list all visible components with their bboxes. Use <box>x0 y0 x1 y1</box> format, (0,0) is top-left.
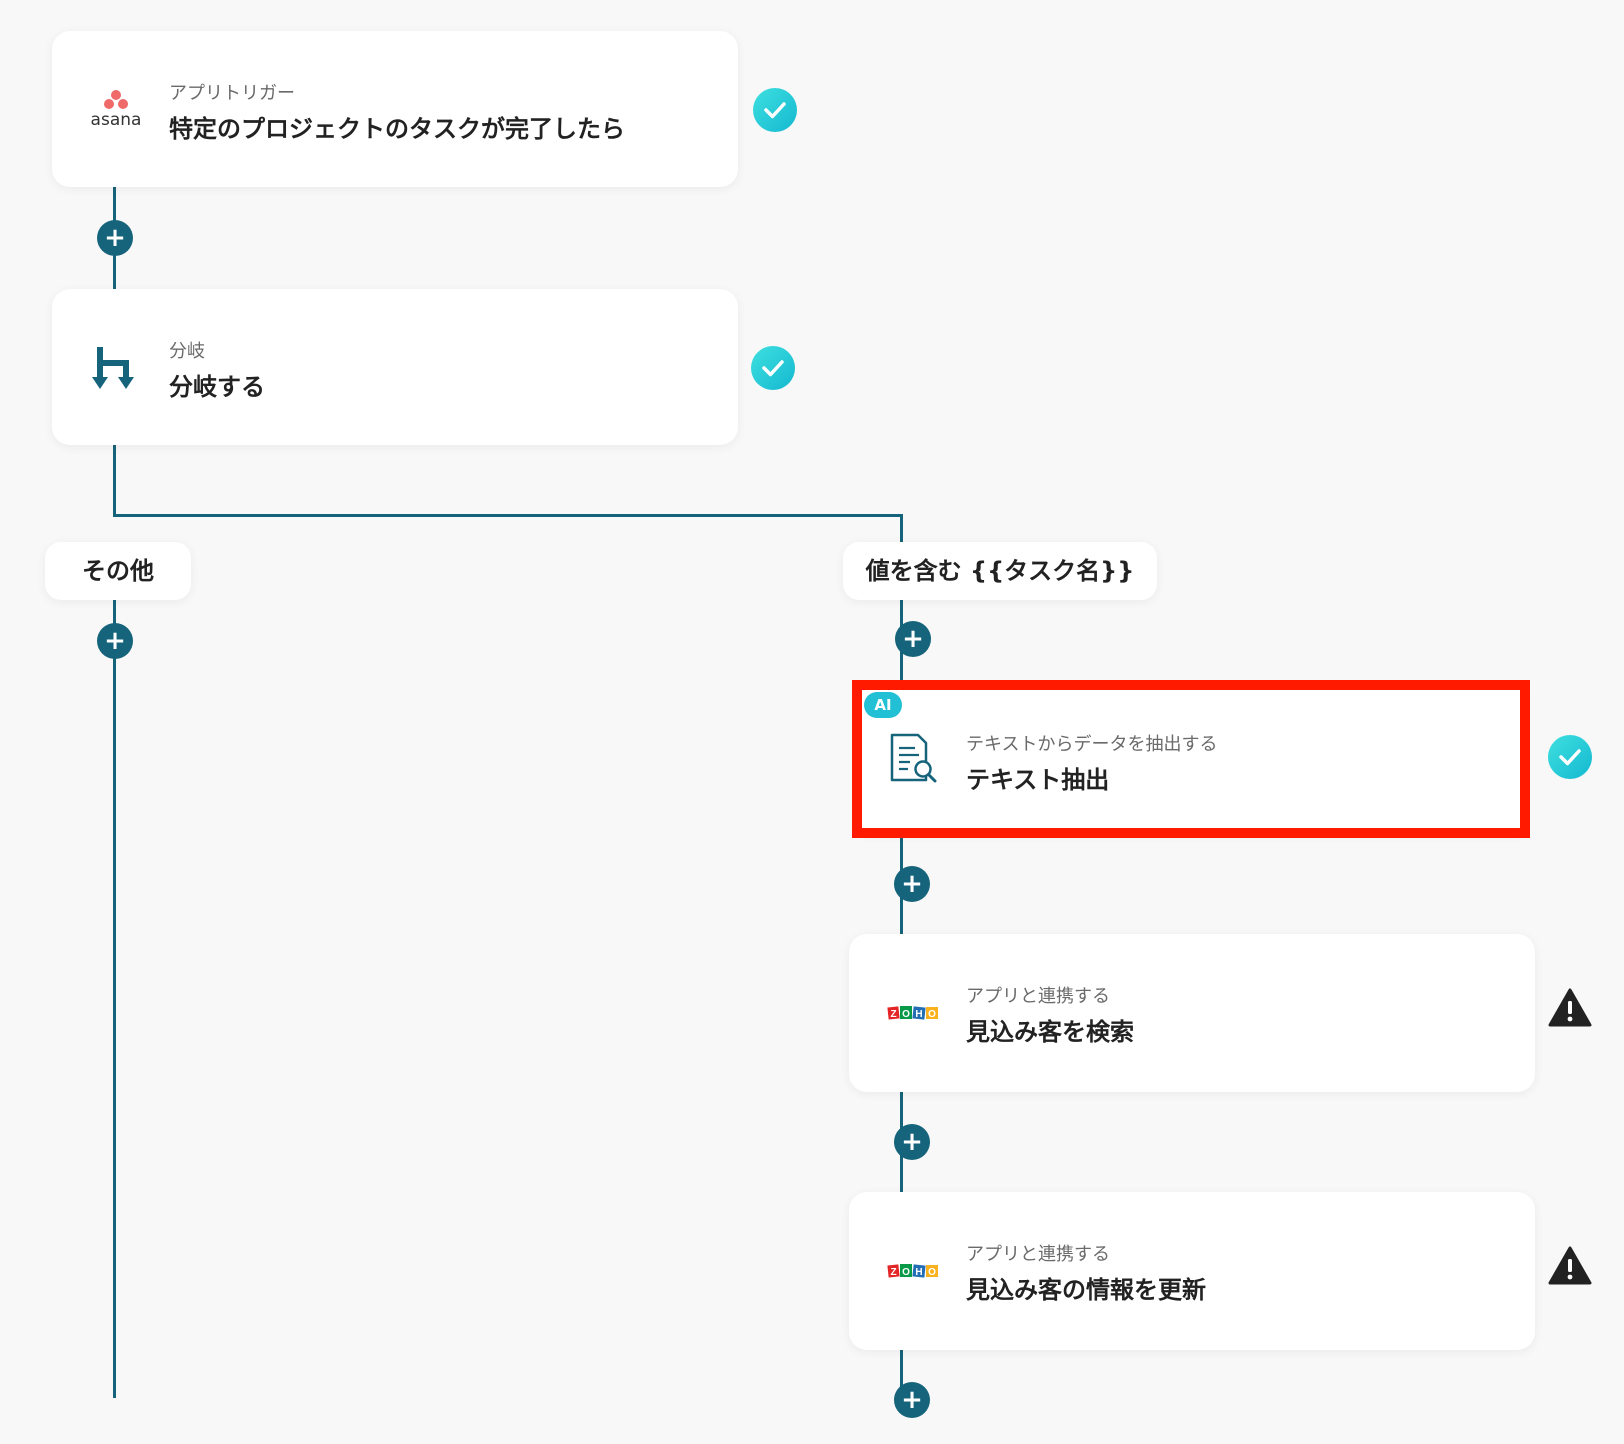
zoho-letter: O <box>902 1267 910 1278</box>
step-subtitle: 分岐 <box>169 341 205 362</box>
step-card-branch[interactable]: 分岐 分岐する <box>52 289 738 445</box>
branch-connector <box>113 514 903 517</box>
zoho-letter: Z <box>890 1009 896 1020</box>
zoho-logo: Z O H O <box>887 1262 939 1280</box>
check-icon <box>751 346 795 390</box>
zoho-letter: O <box>902 1009 910 1020</box>
check-icon <box>1548 735 1592 779</box>
zoho-letter: H <box>915 1009 922 1020</box>
check-icon <box>753 88 797 132</box>
ai-badge: AI <box>864 692 902 718</box>
connector-line <box>113 598 116 1398</box>
add-step-button[interactable]: + <box>97 623 133 659</box>
step-title: 特定のプロジェクトのタスクが完了したら <box>169 115 625 143</box>
step-subtitle: アプリトリガー <box>169 83 295 104</box>
asana-logo-text: asana <box>90 110 142 130</box>
add-step-button[interactable]: + <box>894 1124 930 1160</box>
zoho-letter: O <box>928 1267 936 1278</box>
add-step-button[interactable]: + <box>895 621 931 657</box>
branch-icon <box>92 345 138 391</box>
zoho-letter: H <box>915 1267 922 1278</box>
step-title: 見込み客の情報を更新 <box>966 1276 1206 1304</box>
connector-line <box>900 514 903 542</box>
asana-logo: asana <box>88 89 144 130</box>
zoho-letter: Z <box>890 1267 896 1278</box>
warning-icon <box>1548 988 1592 1028</box>
step-title: 分岐する <box>169 373 265 401</box>
zoho-letter: O <box>928 1009 936 1020</box>
step-card-asana-trigger[interactable]: asana アプリトリガー 特定のプロジェクトのタスクが完了したら <box>52 31 738 187</box>
connector-line <box>113 444 116 516</box>
zoho-logo: Z O H O <box>887 1004 939 1022</box>
step-card-zoho-update[interactable]: Z O H O アプリと連携する 見込み客の情報を更新 <box>849 1192 1535 1350</box>
highlight-box <box>852 680 1530 838</box>
branch-label-other[interactable]: その他 <box>45 542 191 600</box>
step-subtitle: アプリと連携する <box>966 986 1110 1007</box>
step-title: 見込み客を検索 <box>966 1018 1134 1046</box>
step-card-zoho-search[interactable]: Z O H O アプリと連携する 見込み客を検索 <box>849 934 1535 1092</box>
step-subtitle: アプリと連携する <box>966 1244 1110 1265</box>
warning-icon <box>1548 1246 1592 1286</box>
add-step-button[interactable]: + <box>894 866 930 902</box>
add-step-button[interactable]: + <box>894 1382 930 1418</box>
add-step-button[interactable]: + <box>97 220 133 256</box>
branch-label-condition[interactable]: 値を含む {{タスク名}} <box>843 542 1157 600</box>
